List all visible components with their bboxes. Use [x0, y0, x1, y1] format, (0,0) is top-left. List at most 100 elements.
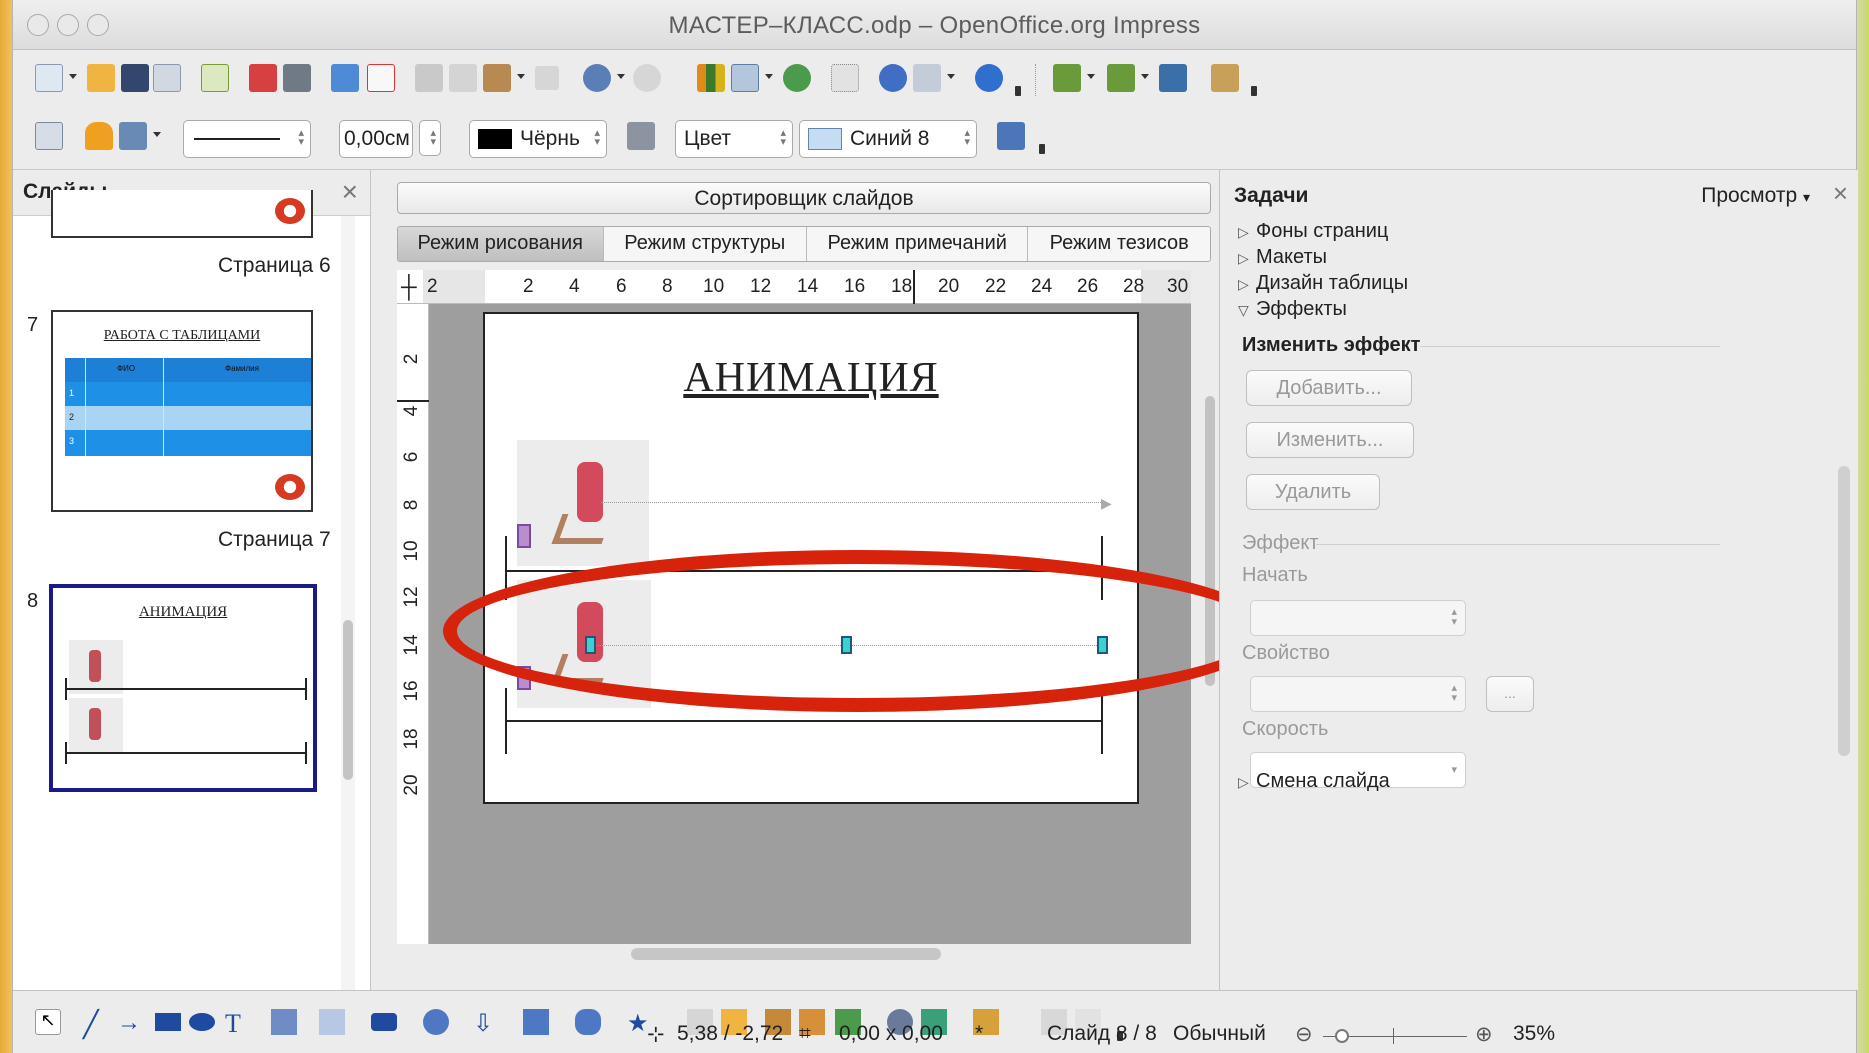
line-color-label: Чёрнь	[520, 127, 580, 150]
export-pdf-icon[interactable]	[249, 64, 277, 92]
tasks-scrollbar[interactable]	[1838, 466, 1850, 756]
toolbar2-more-icon[interactable]	[1039, 144, 1045, 154]
tasks-panel-close-icon[interactable]: ×	[1833, 178, 1848, 209]
thumbnail-table-row: 1	[65, 382, 311, 406]
tab-notes[interactable]: Режим примечаний	[807, 227, 1029, 261]
vertical-ruler: 2 4 6 8 10 12 14 16 18 20	[397, 304, 429, 944]
slide-dropdown-icon[interactable]	[1087, 74, 1095, 79]
ruler-origin-icon[interactable]: ┼	[401, 274, 417, 300]
grid-icon[interactable]	[831, 64, 859, 92]
zoom-slider-handle[interactable]	[1335, 1029, 1349, 1043]
print-icon[interactable]	[283, 64, 311, 92]
redo-icon[interactable]	[633, 64, 661, 92]
start-select[interactable]: ▴ ▾	[1250, 600, 1466, 636]
area-color-select[interactable]: Синий 8 ▴ ▾	[799, 120, 977, 158]
navigator-icon[interactable]	[879, 64, 907, 92]
canvas-horizontal-scrollbar[interactable]	[631, 948, 941, 960]
tab-outline[interactable]: Режим структуры	[604, 227, 807, 261]
add-effect-button[interactable]: Добавить...	[1246, 370, 1412, 406]
slide-thumbnail-8-selected[interactable]: АНИМАЦИЯ	[49, 584, 317, 792]
modify-effect-button[interactable]: Изменить...	[1246, 422, 1414, 458]
arrow-style-icon[interactable]	[119, 122, 147, 150]
undo-icon[interactable]	[583, 64, 611, 92]
slide-icon[interactable]	[1053, 64, 1081, 92]
help-icon[interactable]	[975, 64, 1003, 92]
format-paintbrush-icon[interactable]	[535, 66, 559, 90]
paste-icon[interactable]	[483, 64, 511, 92]
thumbnail-title: АНИМАЦИЯ	[138, 604, 228, 620]
cursor-position: 5,38 / -2,72	[677, 1022, 784, 1045]
slide-thumbnail-6[interactable]	[51, 190, 313, 238]
section-layouts[interactable]: ▷ Макеты	[1238, 246, 1327, 269]
slide-show-icon[interactable]	[1211, 64, 1239, 92]
copy-icon[interactable]	[449, 64, 477, 92]
tab-drawing[interactable]: Режим рисования	[398, 227, 604, 261]
hyperlink-icon[interactable]	[783, 64, 811, 92]
toolbar-more-icon-2[interactable]	[1251, 86, 1257, 96]
table-dropdown-icon[interactable]	[765, 74, 773, 79]
layout-dropdown-icon[interactable]	[1141, 74, 1149, 79]
line-icon[interactable]	[85, 122, 113, 150]
toolbar-more-icon[interactable]	[1015, 86, 1021, 96]
slide-layout-icon[interactable]	[1107, 64, 1135, 92]
zoom-out-icon[interactable]: ⊖	[1295, 1022, 1313, 1047]
property-label: Свойство	[1242, 642, 1330, 664]
area-fill-icon[interactable]	[627, 122, 655, 150]
zoom-level[interactable]: 35%	[1513, 1022, 1555, 1046]
section-label: Смена слайда	[1256, 770, 1390, 792]
section-page-backgrounds[interactable]: ▷ Фоны страниц	[1238, 220, 1388, 243]
cut-icon[interactable]	[415, 64, 443, 92]
undo-dropdown-icon[interactable]	[617, 74, 625, 79]
new-dropdown-icon[interactable]	[69, 74, 77, 79]
paste-dropdown-icon[interactable]	[517, 74, 525, 79]
styles-icon[interactable]	[35, 122, 63, 150]
zoom-icon[interactable]	[913, 64, 941, 92]
line-color-select[interactable]: Чёрнь ▴ ▾	[469, 120, 607, 158]
slides-panel-close-icon[interactable]: ×	[342, 176, 358, 208]
property-select[interactable]: ▴ ▾	[1250, 676, 1466, 712]
group-divider	[1316, 544, 1720, 545]
section-table-design[interactable]: ▷ Дизайн таблицы	[1238, 272, 1408, 295]
arrow-style-dropdown-icon[interactable]	[153, 132, 161, 137]
chevron-down-icon: ▾	[1802, 189, 1810, 205]
zoom-in-icon[interactable]: ⊕	[1475, 1022, 1493, 1047]
line-width-spinner[interactable]: ▴ ▾	[419, 120, 441, 156]
tab-handout[interactable]: Режим тезисов	[1028, 227, 1210, 261]
slide-sorter-button[interactable]: Сортировщик слайдов	[397, 182, 1211, 214]
section-label: Фоны страниц	[1256, 220, 1389, 242]
slides-scrollbar-thumb[interactable]	[343, 620, 353, 780]
ruler-tick: 14	[401, 634, 422, 656]
edit-file-icon[interactable]	[201, 64, 229, 92]
area-style-select[interactable]: Цвет ▴ ▾	[675, 120, 793, 158]
track-line-2[interactable]	[505, 720, 1103, 722]
line-width-field[interactable]: 0,00см	[339, 120, 413, 158]
slide-title[interactable]: АНИМАЦИЯ	[485, 354, 1137, 402]
insert-chart-icon[interactable]	[697, 64, 725, 92]
section-slide-transition[interactable]: ▷ Смена слайда	[1238, 770, 1390, 793]
slides-scrollbar[interactable]	[341, 216, 355, 990]
new-document-icon[interactable]	[35, 64, 63, 92]
thumbnail-line	[65, 688, 307, 690]
save-icon[interactable]	[121, 64, 149, 92]
spellcheck-icon[interactable]	[331, 64, 359, 92]
insert-table-icon[interactable]	[731, 64, 759, 92]
start-label: Начать	[1242, 564, 1308, 586]
autospellcheck-icon[interactable]	[367, 64, 395, 92]
line-style-select[interactable]: ▴ ▾	[183, 120, 311, 158]
property-options-button[interactable]: ...	[1486, 676, 1534, 712]
animation-path-start-icon[interactable]	[517, 524, 531, 548]
shadow-icon[interactable]	[997, 122, 1025, 150]
title-bar: МАСТЕР–КЛАСС.odp – OpenOffice.org Impres…	[13, 0, 1856, 50]
slide-thumbnail-7[interactable]: РАБОТА С ТАБЛИЦАМИ ФИО Фамилия 1 2 3	[51, 310, 313, 512]
motion-path-line[interactable]	[601, 502, 1107, 503]
tasks-view-menu[interactable]: Просмотр ▾	[1701, 184, 1810, 208]
position-icon: ⊹	[647, 1023, 665, 1046]
runner-image-1[interactable]	[517, 440, 649, 566]
zoom-dropdown-icon[interactable]	[947, 74, 955, 79]
section-effects[interactable]: ▽ Эффекты	[1238, 298, 1347, 321]
remove-effect-button[interactable]: Удалить	[1246, 474, 1380, 510]
email-icon[interactable]	[153, 64, 181, 92]
ruler-tick: 20	[401, 774, 422, 796]
open-folder-icon[interactable]	[87, 64, 115, 92]
slide-design-icon[interactable]	[1159, 64, 1187, 92]
